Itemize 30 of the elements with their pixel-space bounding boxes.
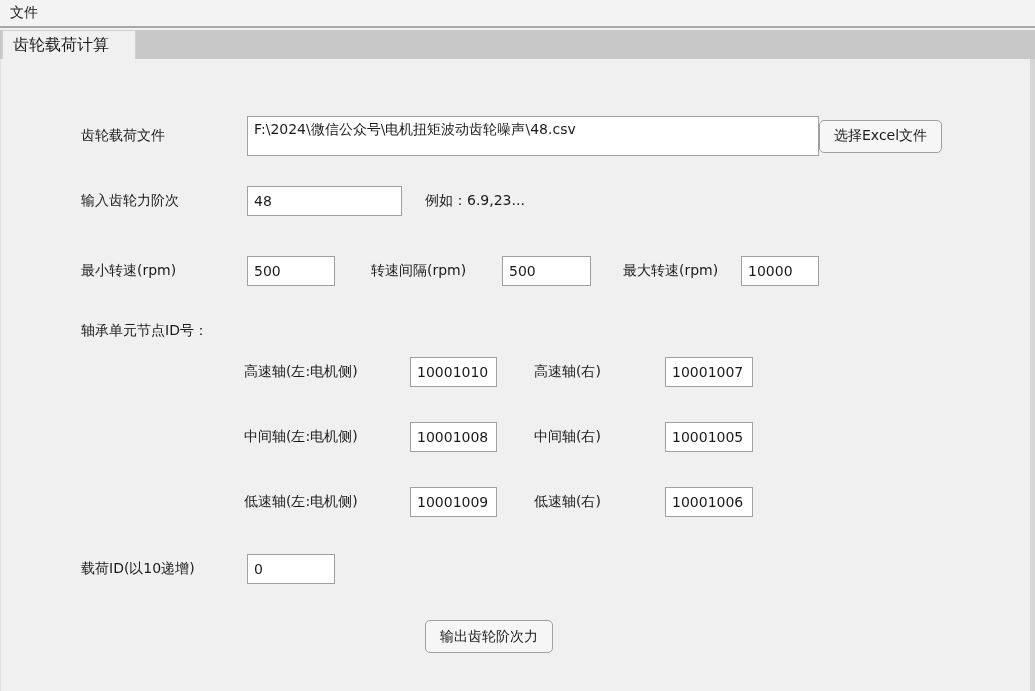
input-field[interactable]: 10001008 bbox=[410, 422, 497, 452]
field-label: 中间轴(左:电机侧) bbox=[244, 428, 359, 446]
field-label: 最大转速(rpm) bbox=[623, 262, 720, 280]
example-hint: 例如：6.9,23... bbox=[425, 192, 525, 210]
select-excel-button[interactable]: 选择Excel文件 bbox=[819, 119, 943, 153]
menu-item[interactable]: 文件 bbox=[4, 2, 44, 24]
input-field[interactable]: 10000 bbox=[741, 256, 819, 286]
input-field[interactable]: 48 bbox=[247, 186, 402, 216]
input-field[interactable]: 500 bbox=[502, 256, 591, 286]
field-label: 低速轴(右) bbox=[534, 493, 602, 511]
field-label: 最小转速(rpm) bbox=[81, 262, 178, 280]
input-field[interactable]: 10001005 bbox=[665, 422, 753, 452]
input-field[interactable]: 0 bbox=[247, 554, 335, 584]
tab[interactable]: 齿轮载荷计算 bbox=[2, 30, 136, 59]
input-field[interactable]: 10001010 bbox=[410, 357, 497, 387]
section-label: 轴承单元节点ID号： bbox=[81, 322, 209, 340]
file-path-field[interactable]: F:\2024\微信公众号\电机扭矩波动齿轮噪声\48.csv bbox=[247, 116, 819, 156]
field-label: 高速轴(右) bbox=[534, 363, 602, 381]
output-button[interactable]: 输出齿轮阶次力 bbox=[425, 620, 553, 653]
input-field[interactable]: 10001009 bbox=[410, 487, 497, 517]
field-label: 转速间隔(rpm) bbox=[371, 262, 468, 280]
field-label: 齿轮载荷文件 bbox=[81, 127, 166, 145]
input-field[interactable]: 10001007 bbox=[665, 357, 753, 387]
field-label: 中间轴(右) bbox=[534, 428, 602, 446]
input-field[interactable]: 10001006 bbox=[665, 487, 753, 517]
field-label: 低速轴(左:电机侧) bbox=[244, 493, 359, 511]
field-label: 载荷ID(以10递增) bbox=[81, 560, 196, 578]
field-label: 输入齿轮力阶次 bbox=[81, 192, 180, 210]
input-field[interactable]: 500 bbox=[247, 256, 335, 286]
field-label: 高速轴(左:电机侧) bbox=[244, 363, 359, 381]
